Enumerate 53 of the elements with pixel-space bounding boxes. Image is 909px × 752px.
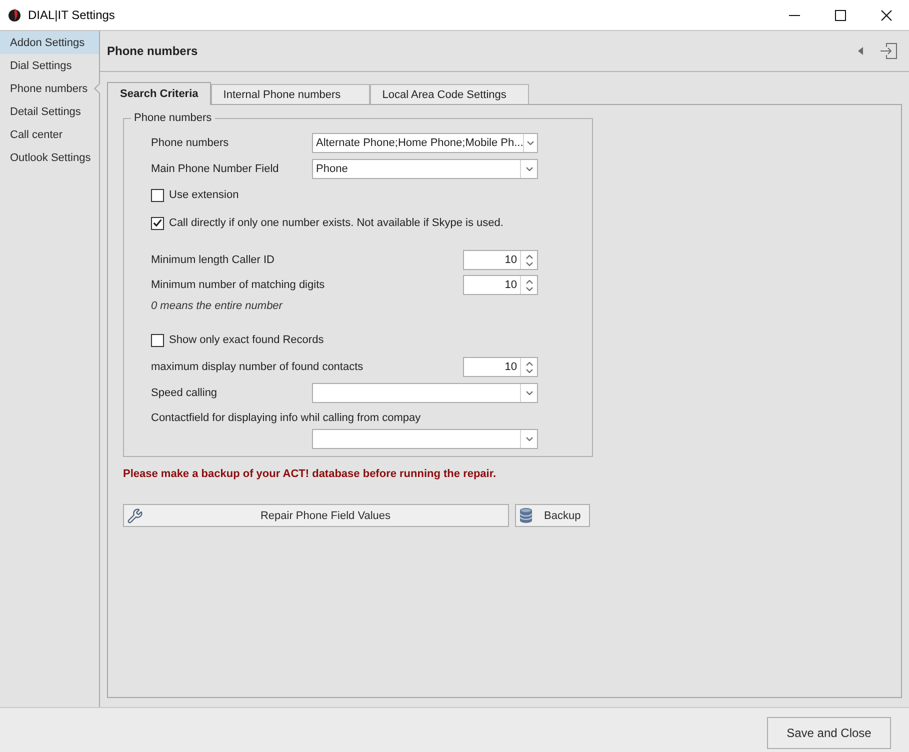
sidebar-item[interactable]: Phone numbers bbox=[0, 77, 99, 100]
field-label: Minimum number of matching digits bbox=[151, 278, 325, 292]
close-icon bbox=[880, 10, 892, 20]
field-label: Main Phone Number Field bbox=[151, 162, 280, 176]
dropdown[interactable]: Alternate Phone;Home Phone;Mobile Ph... bbox=[312, 133, 538, 153]
number-field[interactable]: 10 bbox=[463, 275, 538, 295]
backup-button[interactable]: Backup bbox=[515, 504, 590, 527]
wrench-icon bbox=[127, 508, 143, 524]
chevron-down-icon bbox=[527, 141, 534, 145]
chevron-up-icon[interactable] bbox=[526, 362, 532, 366]
chevron-down-icon bbox=[526, 437, 532, 441]
tab[interactable]: Local Area Code Settings bbox=[370, 84, 530, 104]
app-logo-icon bbox=[8, 8, 21, 22]
dropdown[interactable]: Phone bbox=[312, 159, 538, 179]
chevron-up-icon[interactable] bbox=[526, 254, 532, 258]
field-label: Minimum length Caller ID bbox=[151, 253, 274, 267]
field-label: maximum display number of found contacts bbox=[151, 360, 364, 374]
field-label: Speed calling bbox=[151, 386, 218, 400]
checkbox[interactable] bbox=[151, 188, 164, 202]
checkbox[interactable] bbox=[151, 334, 164, 346]
checkbox-label[interactable]: Show only exact found Records bbox=[169, 333, 324, 347]
caret-left-icon[interactable] bbox=[858, 47, 863, 55]
sidebar-item[interactable]: Detail Settings bbox=[0, 100, 99, 123]
maximize-icon bbox=[834, 10, 846, 20]
checkbox[interactable] bbox=[151, 216, 164, 230]
note-text: 0 means the entire number bbox=[151, 300, 282, 312]
checkbox-label[interactable]: Call directly if only one number exists. Not available if Skype is used. bbox=[169, 216, 504, 230]
page-title: Phone numbers bbox=[107, 44, 198, 58]
field-label: Phone numbers bbox=[151, 136, 230, 150]
database-icon bbox=[520, 508, 532, 523]
number-field[interactable]: 10 bbox=[463, 357, 538, 377]
chevron-down-icon bbox=[526, 391, 532, 395]
check-icon bbox=[153, 219, 162, 227]
number-field[interactable]: 10 bbox=[463, 250, 538, 270]
sidebar-item[interactable]: Dial Settings bbox=[0, 54, 99, 77]
dialog-button[interactable]: Save and Close bbox=[767, 717, 891, 749]
sidebar-item[interactable]: Call center bbox=[0, 123, 99, 146]
sign-in-icon[interactable] bbox=[880, 43, 897, 59]
chevron-down-icon bbox=[526, 167, 532, 171]
chevron-up-icon[interactable] bbox=[526, 280, 532, 284]
tab[interactable]: Internal Phone numbers bbox=[211, 84, 370, 104]
window-title: DIAL|IT Settings bbox=[28, 8, 115, 22]
minimize-icon bbox=[788, 14, 800, 16]
sidebar-item[interactable]: Addon Settings bbox=[0, 31, 99, 54]
chevron-down-icon[interactable] bbox=[526, 286, 532, 290]
chevron-down-icon[interactable] bbox=[526, 262, 532, 266]
checkbox-label[interactable]: Use extension bbox=[169, 188, 239, 202]
sidebar-item[interactable]: Outlook Settings bbox=[0, 146, 99, 169]
chevron-down-icon[interactable] bbox=[526, 368, 532, 372]
tab[interactable]: Search Criteria bbox=[107, 82, 212, 105]
repair-button[interactable]: Repair Phone Field Values bbox=[123, 504, 509, 527]
warning-text: Please make a backup of your ACT! database before running the repair. bbox=[123, 467, 496, 481]
field-label: Contactfield for displaying info whil calling from compay bbox=[151, 411, 422, 425]
